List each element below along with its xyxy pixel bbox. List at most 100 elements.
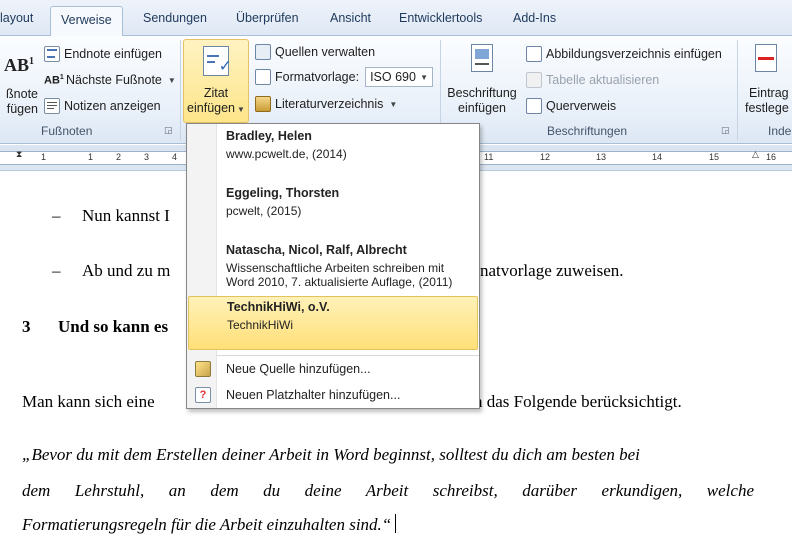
ruler-number: 14 [652, 152, 663, 162]
insert-citation-label-1: Zitat [203, 86, 229, 100]
next-footnote-icon: AB1 [44, 73, 64, 87]
insert-caption-label-1: Beschriftung [447, 86, 517, 100]
table-of-figures-icon [526, 46, 542, 62]
indent-marker-icon[interactable]: ⧗ [16, 149, 22, 160]
ruler-number: 3 [144, 152, 150, 162]
bullet-text-2-start: Ab und zu m [82, 261, 171, 280]
tab-ueberpruefen[interactable]: Überprüfen [236, 11, 299, 25]
mark-entry-label-1: Eintrag [749, 86, 789, 100]
quote-line-1: „Bevor du mit dem Erstellen deiner Arbei… [22, 445, 640, 464]
source-name: Natascha, Nicol, Ralf, Albrecht [226, 243, 407, 257]
cross-reference-icon [526, 98, 542, 114]
add-new-placeholder-label: Neuen Platzhalter hinzufügen... [226, 388, 401, 402]
notes-icon [44, 98, 60, 114]
bibliography-button[interactable]: Literaturverzeichnis ▼ [255, 94, 397, 114]
style-value: ISO 690 [370, 70, 416, 84]
group-label-captions: Beschriftungen [547, 124, 628, 138]
source-item-eggeling[interactable]: Eggeling, Thorsten pcwelt, (2015) [188, 184, 478, 238]
placeholder-icon: ? [195, 387, 211, 403]
chevron-down-icon: ▼ [237, 105, 245, 114]
source-item-technikhiwi[interactable]: TechnikHiWi, o.V. TechnikHiWi [188, 296, 478, 350]
insert-citation-label-2: einfügen [187, 101, 236, 115]
add-new-placeholder-item[interactable]: ? Neuen Platzhalter hinzufügen... [188, 384, 478, 406]
ribbon-tab-bar: layout Verweise Sendungen Überprüfen Ans… [0, 0, 792, 37]
insert-caption-button[interactable]: Beschriftung einfügen [444, 44, 520, 116]
insert-table-of-figures-label: Abbildungsverzeichnis einfügen [546, 47, 722, 61]
tab-entwicklertools[interactable]: Entwicklertools [399, 11, 482, 25]
group-separator [737, 40, 738, 140]
tab-add-ins[interactable]: Add-Ins [513, 11, 556, 25]
chevron-down-icon: ▼ [389, 99, 398, 109]
mark-entry-button[interactable]: Eintrag festlege [741, 44, 792, 116]
paragraph-text-end: n das Folgende berücksichtigt. [474, 392, 682, 411]
caption-icon [471, 44, 493, 72]
insert-table-of-figures-button[interactable]: Abbildungsverzeichnis einfügen [526, 44, 722, 64]
cross-reference-button[interactable]: Querverweis [526, 96, 616, 116]
paragraph-text-start: Man kann sich eine [22, 392, 155, 411]
source-item-natascha[interactable]: Natascha, Nicol, Ralf, Albrecht Wissensc… [188, 241, 478, 295]
ruler-number: 15 [709, 152, 720, 162]
citation-dropdown-menu: Bradley, Helen www.pcwelt.de, (2014) Egg… [186, 123, 480, 409]
bibliography-icon [255, 96, 271, 112]
citation-icon: ✓ [203, 46, 232, 76]
endnote-icon [44, 46, 60, 62]
right-indent-marker-icon[interactable]: △ [752, 149, 759, 160]
style-selector: Formatvorlage: ISO 690 ▼ [255, 67, 434, 87]
tab-ansicht[interactable]: Ansicht [330, 11, 371, 25]
style-dropdown[interactable]: ISO 690 ▼ [365, 67, 434, 87]
mark-entry-icon [755, 44, 777, 72]
tab-sendungen[interactable]: Sendungen [143, 11, 207, 25]
style-label: Formatvorlage: [275, 70, 360, 84]
manage-sources-button[interactable]: Quellen verwalten [255, 42, 375, 62]
ruler-number: 12 [540, 152, 551, 162]
bullet-dash: – [52, 206, 61, 225]
source-name: Eggeling, Thorsten [226, 186, 340, 200]
bibliography-label: Literaturverzeichnis [275, 97, 384, 111]
menu-separator [217, 355, 479, 356]
quote-line-2: dem Lehrstuhl, an dem du deine Arbeit sc… [22, 481, 754, 500]
update-table-button[interactable]: Tabelle aktualisieren [526, 70, 659, 90]
ruler-number: 2 [116, 152, 122, 162]
update-table-label: Tabelle aktualisieren [546, 73, 660, 87]
ruler-number: 16 [766, 152, 777, 162]
quote-line-3: Formatierungsregeln für die Arbeit einzu… [22, 515, 392, 534]
footnote-icon: AB1 [3, 55, 34, 75]
dialog-launcher-icon[interactable]: ◲ [164, 125, 173, 136]
show-notes-label: Notizen anzeigen [64, 99, 161, 113]
quote-line-3-wrap: Formatierungsregeln für die Arbeit einzu… [22, 514, 397, 535]
source-detail: Wissenschaftliche Arbeiten schreiben mit [226, 261, 445, 275]
mark-entry-label-2: festlege [745, 101, 789, 115]
insert-endnote-button[interactable]: Endnote einfügen [44, 44, 162, 64]
manage-sources-icon [255, 44, 271, 60]
bullet-dash: – [52, 261, 61, 280]
heading-number: 3 [22, 317, 31, 336]
source-detail-2: Word 2010, 7. aktualisierte Auflage, (20… [226, 275, 453, 289]
group-separator [180, 40, 181, 140]
source-detail: TechnikHiWi [227, 318, 294, 332]
insert-footnote-button[interactable]: AB1 ßnote fügen [0, 52, 38, 117]
group-label-footnotes: Fußnoten [41, 124, 93, 138]
source-item-bradley[interactable]: Bradley, Helen www.pcwelt.de, (2014) [188, 127, 478, 181]
heading-text: Und so kann es [58, 317, 169, 336]
insert-footnote-label-2: fügen [6, 102, 38, 116]
source-name: TechnikHiWi, o.V. [227, 300, 330, 314]
tab-layout[interactable]: layout [0, 11, 33, 25]
manage-sources-label: Quellen verwalten [275, 45, 376, 59]
ruler-number: 13 [596, 152, 607, 162]
bullet-text-2-end: natvorlage zuweisen. [480, 261, 624, 280]
show-notes-button[interactable]: Notizen anzeigen [44, 96, 161, 116]
group-label-index: Inde [768, 124, 792, 138]
add-new-source-item[interactable]: Neue Quelle hinzufügen... [188, 358, 478, 380]
ruler-number: 1 [88, 152, 94, 162]
insert-footnote-label-1: ßnote [6, 87, 38, 101]
insert-citation-button[interactable]: ✓ Zitat einfügen ▼ [183, 39, 249, 123]
update-table-icon [526, 72, 542, 88]
ruler-number: 4 [172, 152, 178, 162]
source-name: Bradley, Helen [226, 129, 312, 143]
add-source-icon [195, 361, 211, 377]
next-footnote-button[interactable]: AB1 Nächste Fußnote ▼ [44, 70, 176, 90]
ruler-number: 1 [41, 152, 47, 162]
dialog-launcher-icon[interactable]: ◲ [721, 125, 730, 136]
tab-verweise[interactable]: Verweise [50, 6, 123, 37]
chevron-down-icon: ▼ [420, 72, 429, 82]
